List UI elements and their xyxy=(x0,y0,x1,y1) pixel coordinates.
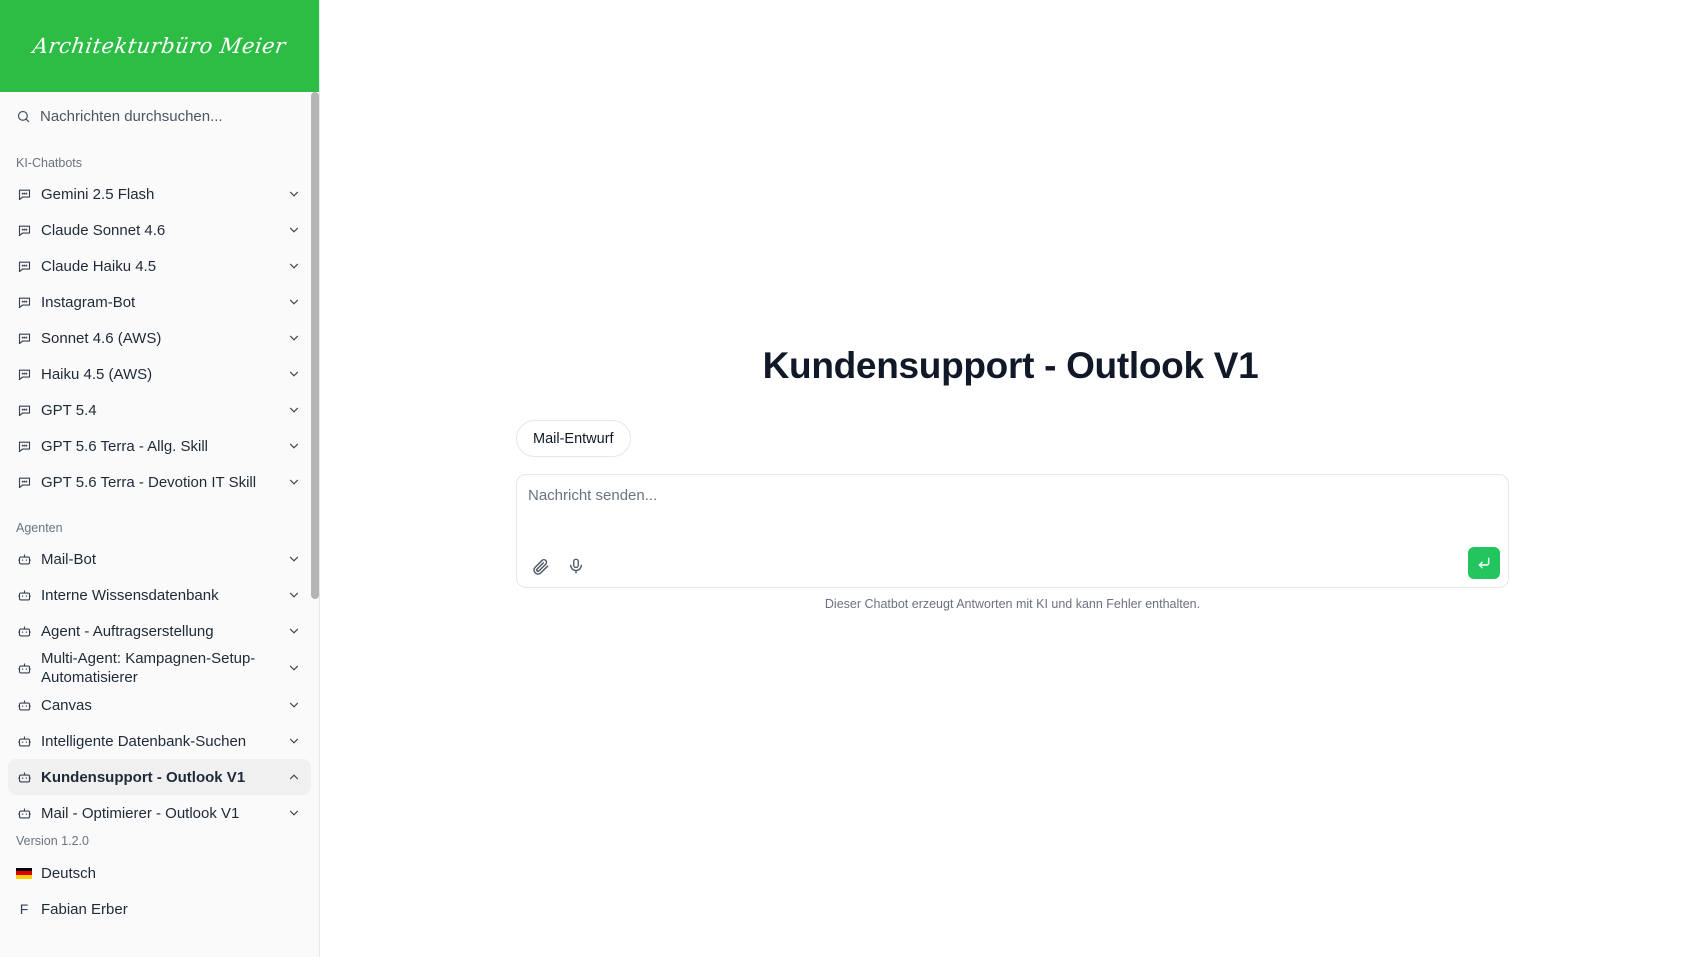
sidebar-item-interne-wissensdatenbank[interactable]: Interne Wissensdatenbank xyxy=(8,577,311,613)
search-bar xyxy=(0,92,319,140)
chevron-down-icon[interactable] xyxy=(287,475,301,489)
user-name: Fabian Erber xyxy=(41,900,128,918)
sidebar-item-label: Canvas xyxy=(41,696,92,714)
chevron-down-icon[interactable] xyxy=(287,259,301,273)
sidebar-item-gpt-5-4[interactable]: GPT 5.4 xyxy=(8,392,311,428)
bot-icon xyxy=(16,551,32,567)
sidebar-item-label: GPT 5.6 Terra - Devotion IT Skill xyxy=(41,473,257,491)
chevron-down-icon[interactable] xyxy=(287,187,301,201)
chevron-down-icon[interactable] xyxy=(287,661,301,675)
sidebar-item-label: Interne Wissensdatenbank xyxy=(41,586,219,604)
chevron-down-icon[interactable] xyxy=(287,367,301,381)
sidebar-item-multi-agent-kampagnen-setup-automatisierer[interactable]: Multi-Agent: Kampagnen-Setup-Automatisie… xyxy=(8,649,311,687)
sidebar-item-mail-bot[interactable]: Mail-Bot xyxy=(8,541,311,577)
message-square-icon xyxy=(16,222,32,238)
language-label: Deutsch xyxy=(41,864,97,882)
search-icon xyxy=(17,110,30,122)
sidebar-item-label: Mail - Optimierer - Outlook V1 xyxy=(41,804,240,822)
enter-arrow-icon xyxy=(1478,557,1490,569)
sidebar-item-instagram-bot[interactable]: Instagram-Bot xyxy=(8,284,311,320)
sidebar-item-label: Gemini 2.5 Flash xyxy=(41,185,155,203)
message-composer xyxy=(516,474,1509,588)
sidebar-item-gpt-5-6-terra-allg-skill[interactable]: GPT 5.6 Terra - Allg. Skill xyxy=(8,428,311,464)
microphone-icon[interactable] xyxy=(565,555,587,577)
chevron-down-icon[interactable] xyxy=(287,588,301,602)
chat-main: Kundensupport - Outlook V1 Mail-Entwurf … xyxy=(320,0,1701,957)
chevron-down-icon[interactable] xyxy=(287,295,301,309)
sidebar-item-label: Agent - Auftragserstellung xyxy=(41,622,214,640)
message-square-icon xyxy=(16,294,32,310)
sidebar-item-label: Mail-Bot xyxy=(41,550,97,568)
chevron-up-icon[interactable] xyxy=(287,770,301,784)
suggestion-chip-mail-entwurf[interactable]: Mail-Entwurf xyxy=(516,420,631,457)
sidebar-item-label: Intelligente Datenbank-Suchen xyxy=(41,732,247,750)
sidebar-item-label: GPT 5.6 Terra - Allg. Skill xyxy=(41,437,209,455)
sidebar-scrollbar[interactable] xyxy=(311,92,319,599)
chevron-down-icon[interactable] xyxy=(287,439,301,453)
chatbot-list: Gemini 2.5 Flash Claude Sonnet 4.6 Claude … xyxy=(0,176,319,500)
message-square-icon xyxy=(16,474,32,490)
bot-icon xyxy=(16,733,32,749)
section-label-chatbots: KI-Chatbots xyxy=(16,156,83,170)
german-flag-icon xyxy=(16,867,32,879)
sidebar: Architekturbüro Meier KI-Chatbots Gemini… xyxy=(0,0,320,957)
agent-list: Mail-Bot Interne Wissensdatenbank Agent - … xyxy=(0,541,319,831)
app-window: Architekturbüro Meier KI-Chatbots Gemini… xyxy=(0,0,1701,957)
chevron-down-icon[interactable] xyxy=(287,552,301,566)
paperclip-icon[interactable] xyxy=(529,555,551,577)
page-title: Kundensupport - Outlook V1 xyxy=(762,345,1259,386)
avatar: F xyxy=(19,901,29,917)
logo-bar[interactable]: Architekturbüro Meier xyxy=(0,0,319,92)
bot-icon xyxy=(16,623,32,639)
message-square-icon xyxy=(16,330,32,346)
sidebar-item-label: Sonnet 4.6 (AWS) xyxy=(41,329,162,347)
sidebar-item-sonnet-4-6-aws[interactable]: Sonnet 4.6 (AWS) xyxy=(8,320,311,356)
chevron-down-icon[interactable] xyxy=(287,403,301,417)
sidebar-item-claude-sonnet-4-6[interactable]: Claude Sonnet 4.6 xyxy=(8,212,311,248)
sidebar-item-haiku-4-5-aws[interactable]: Haiku 4.5 (AWS) xyxy=(8,356,311,392)
sidebar-item-label: Kundensupport - Outlook V1 xyxy=(41,768,246,786)
sidebar-item-label: Multi-Agent: Kampagnen-Setup-Automatisie… xyxy=(41,650,256,686)
brand-logo: Architekturbüro Meier xyxy=(31,34,288,58)
scrollbar-thumb[interactable] xyxy=(311,92,319,599)
sidebar-item-label: Claude Sonnet 4.6 xyxy=(41,221,166,239)
sidebar-item-canvas[interactable]: Canvas xyxy=(8,687,311,723)
sidebar-item-kundensupport-outlook-v1[interactable]: Kundensupport - Outlook V1 xyxy=(8,759,311,795)
bot-icon xyxy=(16,769,32,785)
sidebar-item-label: GPT 5.4 xyxy=(41,401,97,419)
chevron-down-icon[interactable] xyxy=(287,624,301,638)
sidebar-item-claude-haiku-4-5[interactable]: Claude Haiku 4.5 xyxy=(8,248,311,284)
message-input[interactable] xyxy=(528,487,1468,527)
send-button[interactable] xyxy=(1468,547,1500,579)
bot-icon xyxy=(16,660,32,676)
chevron-down-icon[interactable] xyxy=(287,331,301,345)
version-label: Version 1.2.0 xyxy=(16,834,89,848)
chevron-down-icon[interactable] xyxy=(287,734,301,748)
sidebar-item-label: Instagram-Bot xyxy=(41,293,136,311)
message-square-icon xyxy=(16,438,32,454)
message-square-icon xyxy=(16,186,32,202)
search-input[interactable] xyxy=(40,107,300,125)
sidebar-item-label: Haiku 4.5 (AWS) xyxy=(41,365,153,383)
user-menu[interactable]: F Fabian Erber xyxy=(0,891,319,927)
language-selector[interactable]: Deutsch xyxy=(0,855,319,891)
sidebar-item-gemini-2-5-flash[interactable]: Gemini 2.5 Flash xyxy=(8,176,311,212)
ai-disclaimer: Dieser Chatbot erzeugt Antworten mit KI … xyxy=(824,597,1201,611)
chevron-down-icon[interactable] xyxy=(287,698,301,712)
sidebar-item-label: Claude Haiku 4.5 xyxy=(41,257,157,275)
sidebar-item-intelligente-datenbank-suchen[interactable]: Intelligente Datenbank-Suchen xyxy=(8,723,311,759)
section-label-agents: Agenten xyxy=(16,521,63,535)
bot-icon xyxy=(16,805,32,821)
bot-icon xyxy=(16,697,32,713)
message-square-icon xyxy=(16,366,32,382)
bot-icon xyxy=(16,587,32,603)
chevron-down-icon[interactable] xyxy=(287,806,301,820)
chevron-down-icon[interactable] xyxy=(287,223,301,237)
sidebar-item-mail-optimierer-outlook-v1[interactable]: Mail - Optimierer - Outlook V1 xyxy=(8,795,311,831)
message-square-icon xyxy=(16,258,32,274)
message-square-icon xyxy=(16,402,32,418)
sidebar-item-gpt-5-6-terra-devotion-it-skill[interactable]: GPT 5.6 Terra - Devotion IT Skill xyxy=(8,464,311,500)
sidebar-item-agent-auftragserstellung[interactable]: Agent - Auftragserstellung xyxy=(8,613,311,649)
